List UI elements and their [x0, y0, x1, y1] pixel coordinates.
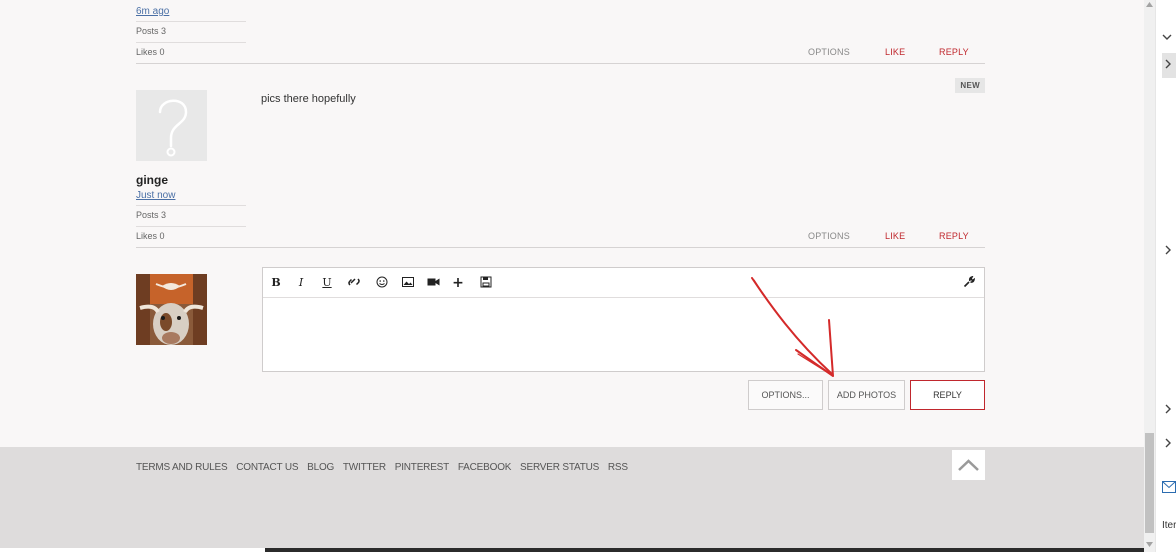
chevron-right-icon[interactable]	[1164, 245, 1172, 255]
scroll-to-top-button[interactable]	[952, 450, 985, 480]
posts-count: Posts 3	[136, 205, 246, 226]
chevron-right-icon[interactable]	[1164, 438, 1172, 448]
scroll-up-arrow-icon[interactable]	[1146, 2, 1153, 7]
prev-reply-link[interactable]: REPLY	[939, 47, 969, 57]
forum-thread: 6m ago Posts 3 Likes 0 OPTIONS LIKE REPL…	[0, 0, 1144, 552]
red-annotation-arrow	[751, 277, 834, 377]
save-icon[interactable]	[479, 276, 493, 290]
post-item: ginge Just now Posts 3 Likes 0 pics ther…	[136, 64, 985, 248]
taskbar-edge	[265, 548, 1144, 552]
prev-like-link[interactable]: LIKE	[885, 47, 905, 57]
smiley-icon[interactable]	[375, 276, 389, 290]
likes-count: Likes 0	[136, 226, 246, 247]
chevron-right-icon[interactable]	[1164, 59, 1172, 69]
page-scrollbar[interactable]	[1144, 0, 1155, 552]
footer-link-twitter[interactable]: TWITTER	[343, 462, 386, 473]
reply-textarea[interactable]	[263, 299, 984, 371]
author-name[interactable]: ginge	[136, 173, 168, 187]
divider	[136, 247, 985, 248]
site-footer: TERMS AND RULES CONTACT US BLOG TWITTER …	[0, 447, 1144, 552]
wrench-icon[interactable]	[962, 275, 976, 290]
post-time[interactable]: Just now	[136, 190, 175, 201]
bold-icon[interactable]: B	[269, 276, 283, 290]
user-avatar[interactable]	[136, 274, 207, 345]
prev-post: 6m ago Posts 3 Likes 0 OPTIONS LIKE REPL…	[136, 0, 985, 64]
footer-link-terms[interactable]: TERMS AND RULES	[136, 462, 228, 473]
footer-link-pinterest[interactable]: PINTEREST	[395, 462, 450, 473]
italic-icon[interactable]: I	[294, 276, 308, 290]
underline-icon[interactable]: U	[320, 276, 334, 290]
prev-likes-count: Likes 0	[136, 42, 246, 63]
longhorn-avatar-image	[136, 274, 207, 345]
prev-options-link[interactable]: OPTIONS	[808, 47, 850, 57]
footer-link-facebook[interactable]: FACEBOOK	[458, 462, 512, 473]
reply-editor: B I U +	[262, 267, 985, 372]
like-link[interactable]: LIKE	[885, 231, 905, 241]
footer-link-contact[interactable]: CONTACT US	[236, 462, 298, 473]
reply-link[interactable]: REPLY	[939, 231, 969, 241]
post-body: pics there hopefully	[261, 93, 356, 105]
image-icon[interactable]	[401, 276, 415, 290]
default-avatar[interactable]	[136, 90, 207, 161]
scroll-down-arrow-icon[interactable]	[1146, 542, 1153, 547]
side-panel: Iter	[1155, 0, 1176, 552]
link-icon[interactable]	[347, 276, 361, 290]
prev-posts-count: Posts 3	[136, 21, 246, 42]
footer-link-server-status[interactable]: SERVER STATUS	[520, 462, 599, 473]
footer-link-rss[interactable]: RSS	[608, 462, 628, 473]
new-badge: NEW	[955, 78, 985, 93]
footer-link-blog[interactable]: BLOG	[307, 462, 334, 473]
chevron-up-icon	[958, 459, 979, 471]
video-icon[interactable]	[426, 276, 440, 290]
reply-button[interactable]: REPLY	[910, 380, 985, 410]
footer-links: TERMS AND RULES CONTACT US BLOG TWITTER …	[136, 462, 634, 473]
side-panel-label: Iter	[1162, 520, 1176, 531]
options-link[interactable]: OPTIONS	[808, 231, 850, 241]
chevron-right-icon[interactable]	[1164, 404, 1172, 414]
question-mark-icon	[136, 90, 207, 161]
scrollbar-thumb[interactable]	[1145, 433, 1154, 533]
editor-toolbar: B I U +	[263, 268, 984, 298]
plus-icon[interactable]: +	[451, 276, 465, 290]
mail-icon[interactable]	[1162, 481, 1176, 493]
prev-post-time[interactable]: 6m ago	[136, 6, 169, 17]
chevron-down-icon[interactable]	[1162, 33, 1172, 41]
